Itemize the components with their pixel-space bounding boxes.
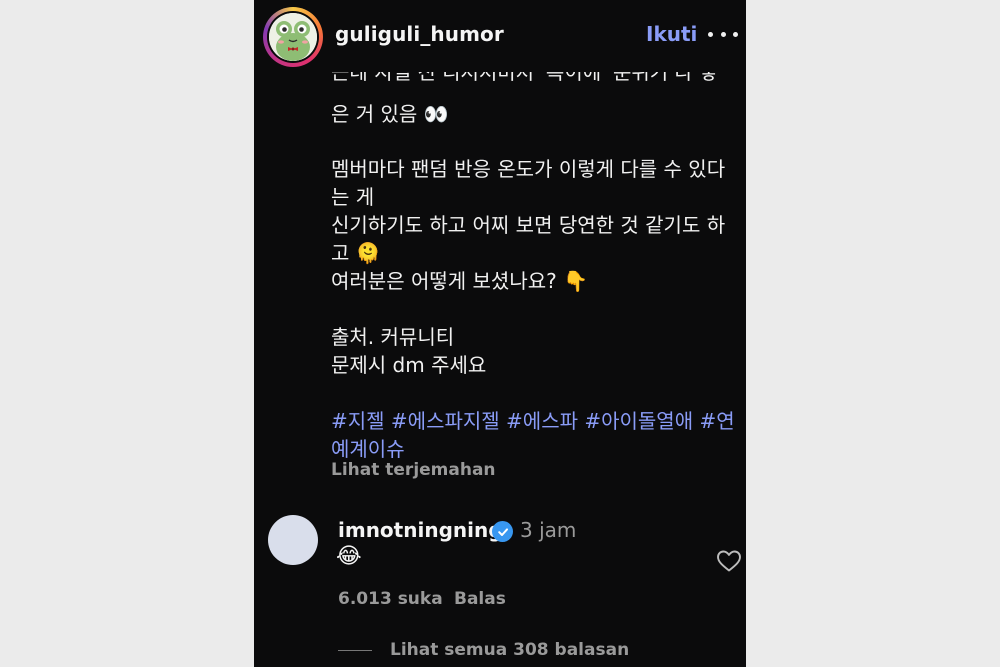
caption-line: 신기하기도 하고 어찌 보면 당연한 것 같기도 하: [331, 213, 726, 237]
caption-line: 문제시 dm 주세요: [331, 353, 487, 377]
verified-badge-icon: [492, 521, 513, 542]
instagram-post-screen: 근데 지젤 진 디저처미처 '특이에' 분위기 다 낳 은 거 있음 👀 멤버마…: [254, 0, 746, 667]
comment-text: 😂: [336, 544, 362, 569]
comment-time: 3 jam: [520, 518, 577, 542]
caption-line: 출처. 커뮤니티: [331, 325, 455, 349]
view-replies-link[interactable]: Lihat semua 308 balasan: [390, 640, 629, 660]
comment-username[interactable]: imnotningning: [338, 518, 503, 542]
more-options-icon[interactable]: [708, 22, 738, 46]
story-ring[interactable]: [263, 7, 323, 67]
comment-likes[interactable]: 6.013 suka: [338, 589, 443, 609]
heart-outline-icon[interactable]: [716, 549, 742, 573]
reply-button[interactable]: Balas: [454, 589, 506, 609]
hashtags-line[interactable]: 예계이슈: [331, 433, 405, 462]
caption-line: 여러분은 어떻게 보셨나요? 👇: [331, 269, 588, 293]
follow-button[interactable]: Ikuti: [646, 22, 697, 46]
caption-line: 은 거 있음 👀: [331, 102, 449, 126]
commenter-avatar[interactable]: [268, 515, 318, 565]
post-username[interactable]: guliguli_humor: [335, 22, 504, 46]
frog-avatar-icon: [269, 13, 317, 61]
replies-divider: [338, 650, 372, 651]
hashtags-line[interactable]: #지젤 #에스파지젤 #에스파 #아이돌열애 #연: [331, 405, 735, 434]
caption-line: 는 게: [331, 185, 375, 209]
caption-line: 고 🫠: [331, 241, 381, 265]
post-header: guliguli_humor Ikuti: [254, 0, 746, 72]
caption-partial-line: 근데 지젤 진 디저처미처 '특이에' 분위기 다 낳: [331, 72, 718, 84]
see-translation-link[interactable]: Lihat terjemahan: [331, 460, 496, 480]
caption-line: 멤버마다 팬덤 반응 온도가 이렇게 다를 수 있다: [331, 157, 726, 181]
profile-avatar[interactable]: [269, 13, 317, 61]
